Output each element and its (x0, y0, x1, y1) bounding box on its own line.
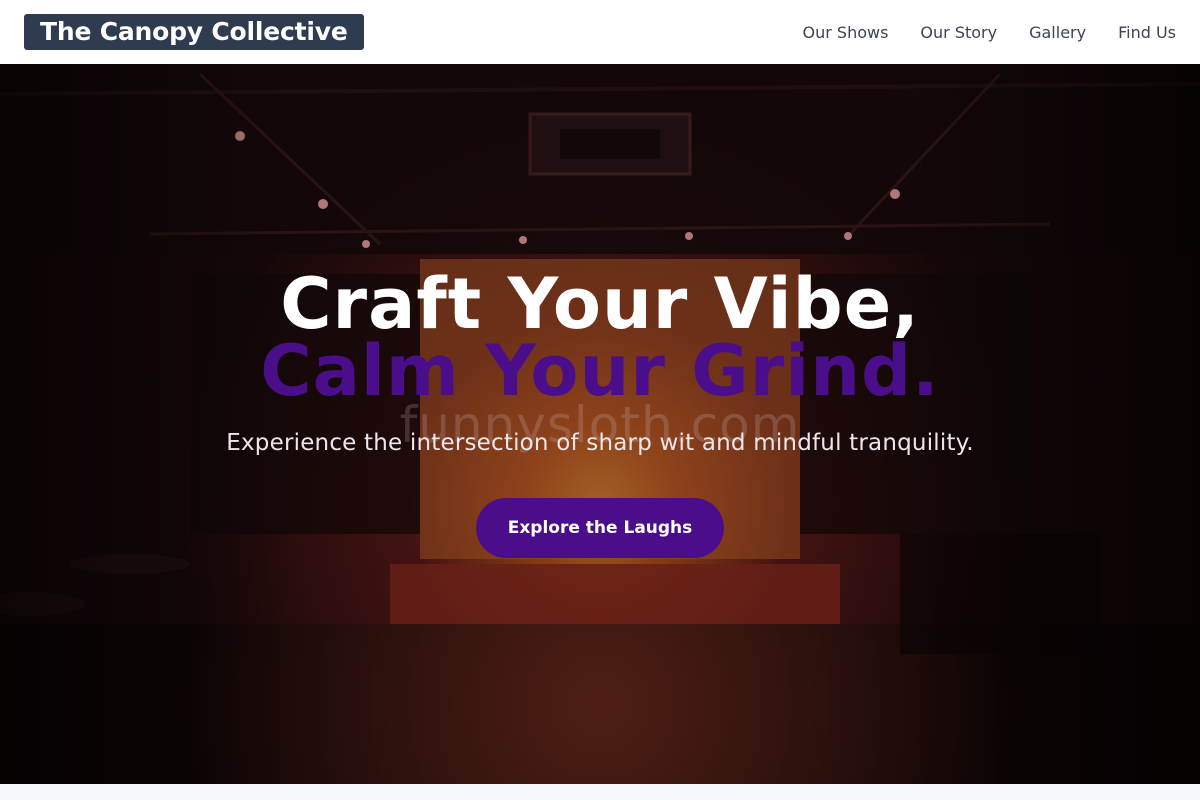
brand-logo[interactable]: The Canopy Collective (24, 14, 364, 50)
hero-title-line2: Calm Your Grind. (260, 330, 940, 412)
hero-content: Craft Your Vibe, Calm Your Grind. Experi… (0, 264, 1200, 558)
top-navbar: The Canopy Collective Our Shows Our Stor… (0, 0, 1200, 64)
nav-link-our-story[interactable]: Our Story (920, 23, 997, 42)
next-section-edge (0, 784, 1200, 800)
nav-link-our-shows[interactable]: Our Shows (803, 23, 889, 42)
hero-subtitle: Experience the intersection of sharp wit… (226, 430, 974, 456)
hero-section: funnysloth.com Craft Your Vibe, Calm You… (0, 64, 1200, 784)
explore-laughs-button[interactable]: Explore the Laughs (475, 498, 725, 558)
main-nav: Our Shows Our Story Gallery Find Us (803, 23, 1176, 42)
nav-link-gallery[interactable]: Gallery (1029, 23, 1086, 42)
hero-title: Craft Your Vibe, Calm Your Grind. (0, 264, 1200, 406)
nav-link-find-us[interactable]: Find Us (1118, 23, 1176, 42)
